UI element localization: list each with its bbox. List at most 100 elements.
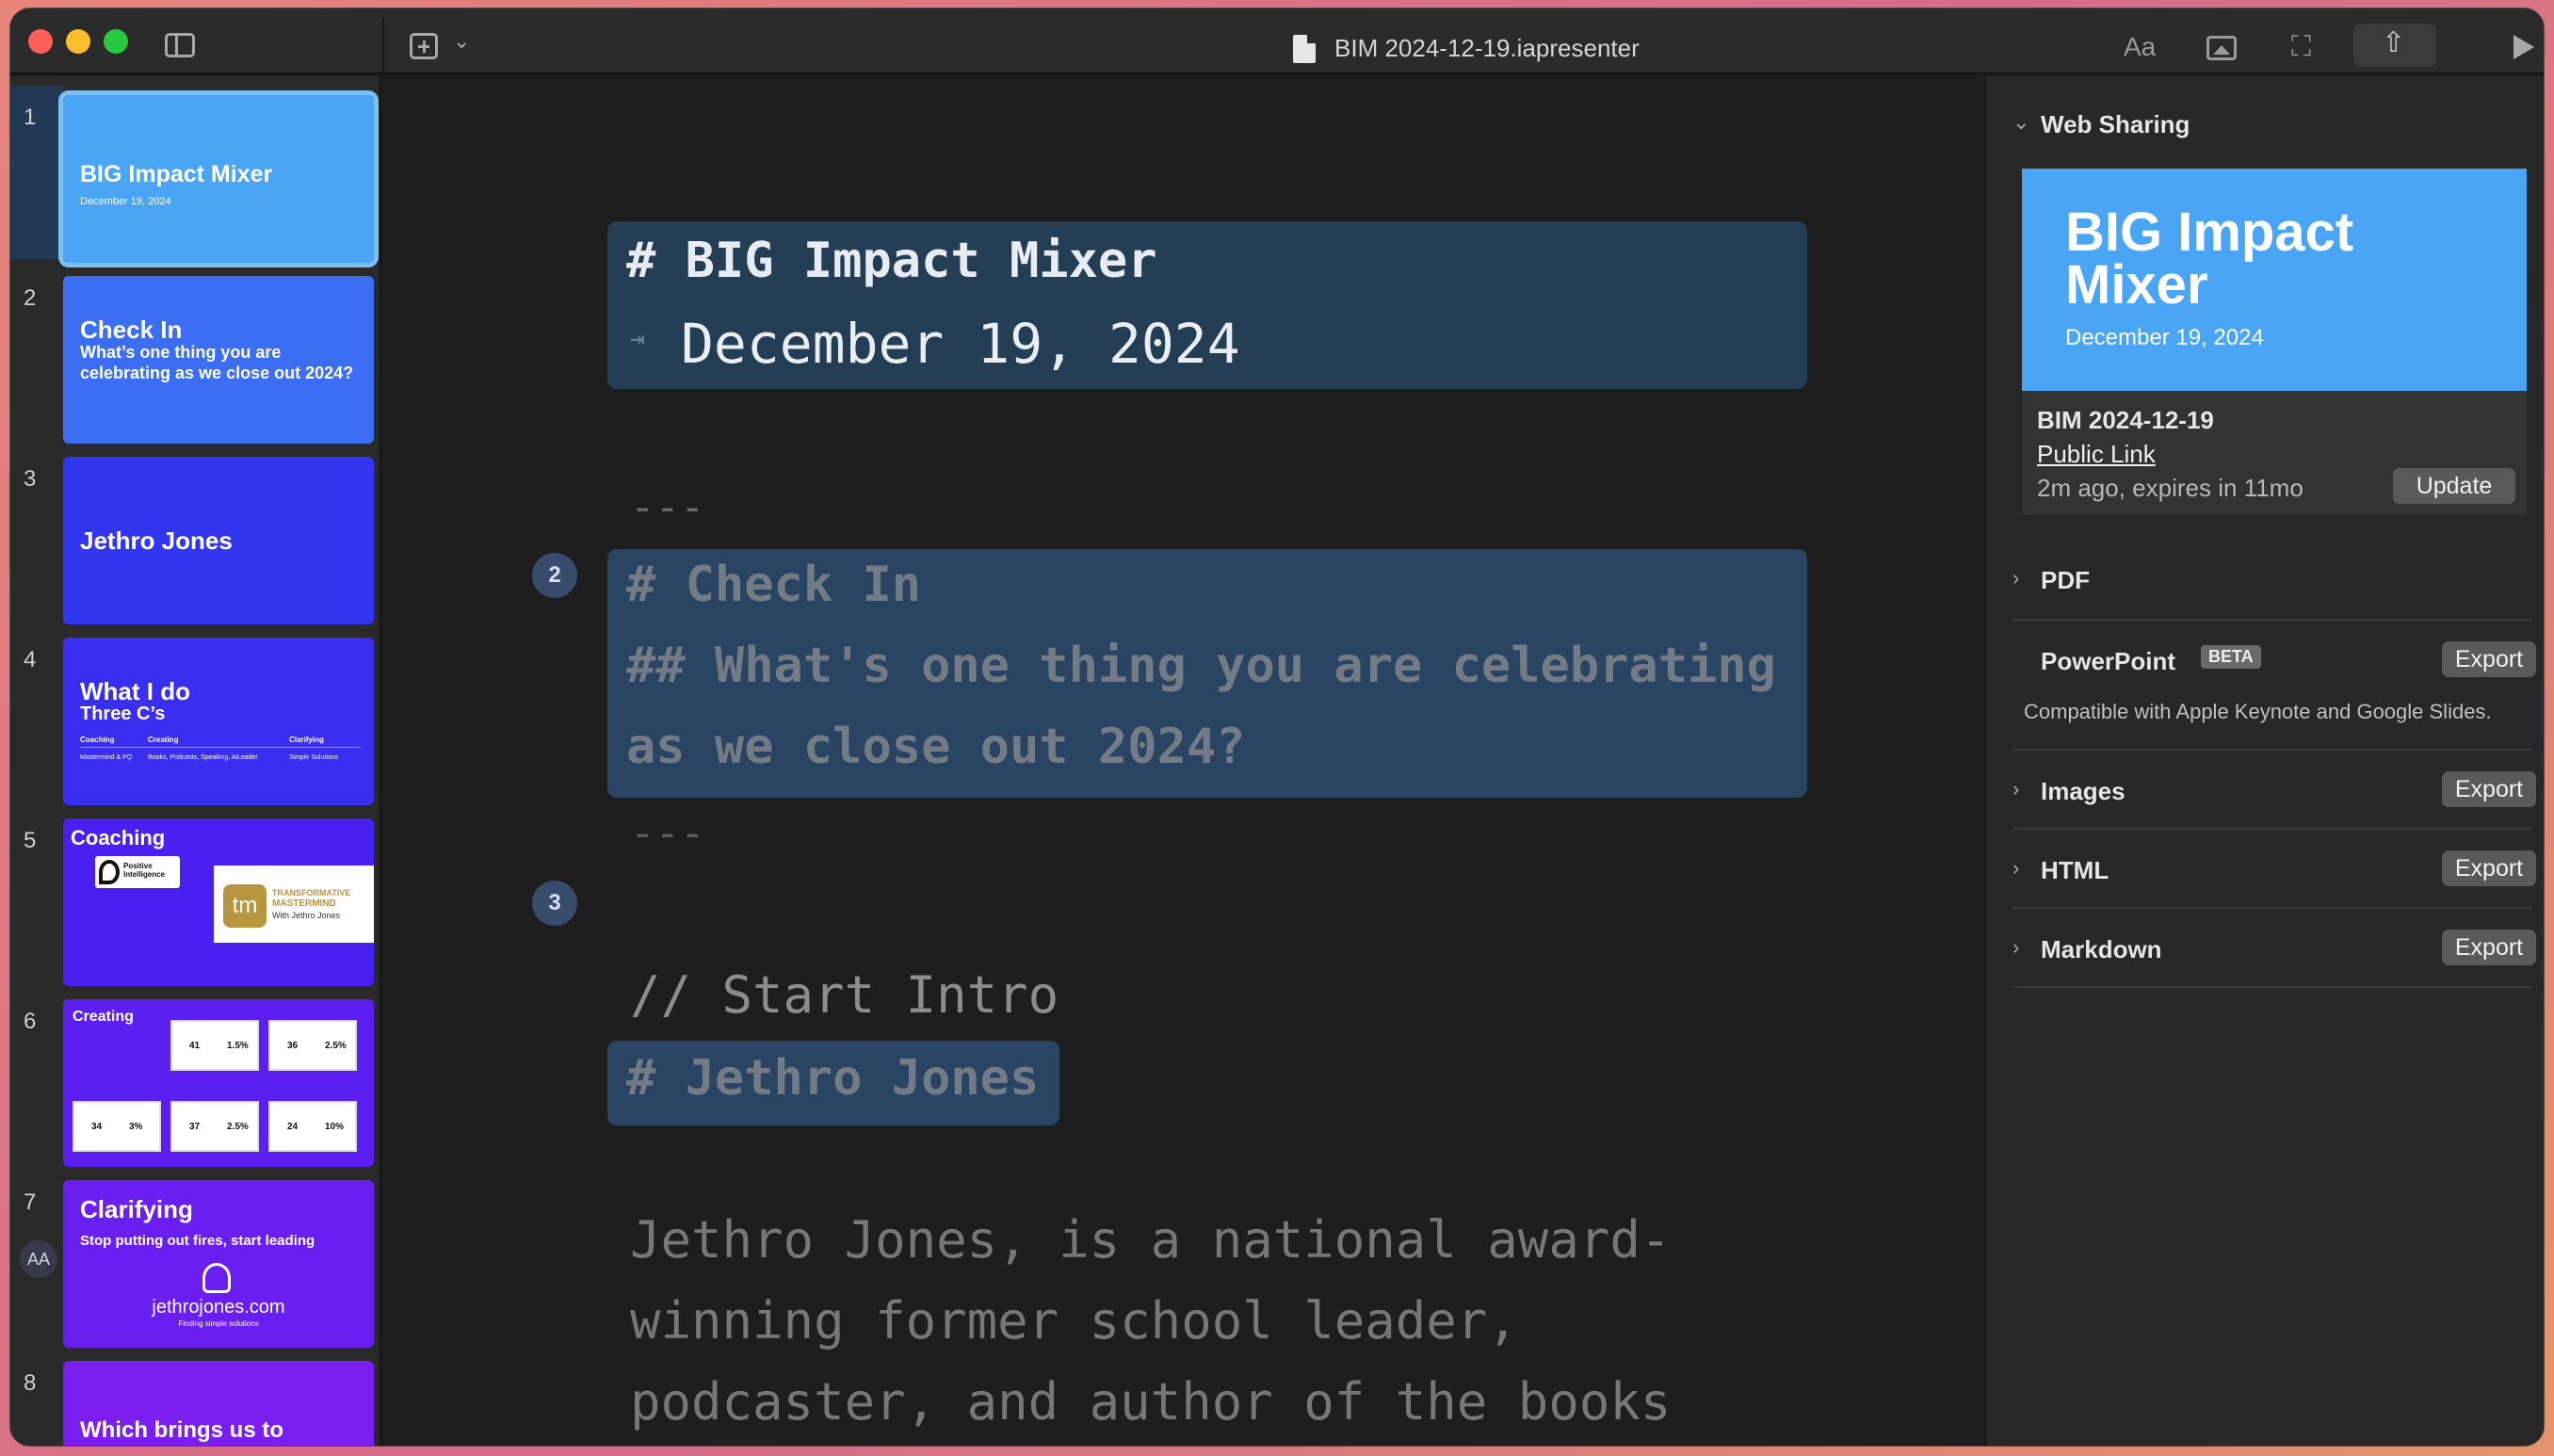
text-size-badge[interactable]: AA (20, 1240, 57, 1278)
slide-tagline: Finding simple solutions (178, 1319, 259, 1328)
editor-comment[interactable]: // Start Intro (630, 965, 1059, 1025)
editor-paragraph[interactable]: podcaster, and author of the books (630, 1372, 1671, 1432)
slide-title: What I do (80, 677, 190, 705)
table-cell: Simple Solutions (289, 754, 339, 761)
stat-value: 10% (325, 1122, 345, 1132)
jethrojones-logo-icon (202, 1263, 231, 1293)
slide-title: BIG Impact Mixer (80, 161, 273, 187)
markdown-editor[interactable]: # BIG Impact Mixer ⇥ December 19, 2024 -… (383, 76, 1982, 1446)
html-section[interactable]: HTML (2041, 856, 2109, 885)
logo-text: Positive Intelligence (123, 862, 166, 879)
slide-site-text: jethrojones.com (152, 1297, 285, 1318)
editor-date-line[interactable]: December 19, 2024 (681, 312, 1240, 376)
stat-card: 24 10% (268, 1101, 357, 1152)
slide-number: 2 (24, 285, 37, 311)
slide-thumbnail-4[interactable]: What I do Three C’s Coaching Creating Cl… (63, 638, 374, 805)
zoom-window-button[interactable] (104, 29, 128, 54)
play-icon[interactable] (2514, 35, 2534, 59)
slide-title: Clarifying (80, 1195, 193, 1223)
editor-heading[interactable]: # Check In (626, 557, 921, 613)
slide-number: 8 (24, 1370, 37, 1396)
table-header-cell: Coaching (80, 736, 115, 744)
logo-text: TRANSFORMATIVE (272, 888, 351, 898)
close-window-button[interactable] (28, 29, 53, 54)
chevron-right-icon[interactable]: › (2012, 566, 2019, 590)
slide-separator: --- (630, 809, 705, 857)
share-icon[interactable]: ⇧ (2382, 29, 2405, 57)
slide-number: 6 (24, 1009, 37, 1034)
slide-thumbnail-1[interactable]: BIG Impact Mixer December 19, 2024 (58, 90, 379, 267)
section-divider (2012, 907, 2532, 909)
editor-heading[interactable]: # BIG Impact Mixer (626, 233, 1157, 289)
html-export-button[interactable]: Export (2442, 850, 2536, 886)
chevron-right-icon[interactable]: › (2012, 856, 2019, 881)
share-status: 2m ago, expires in 11mo (2037, 474, 2303, 502)
slide-badge[interactable]: 2 (532, 553, 577, 598)
slide-title: Check In (80, 315, 183, 344)
table-divider (80, 747, 361, 748)
add-icon[interactable] (410, 33, 438, 59)
section-divider (2012, 749, 2532, 751)
image-icon[interactable] (2206, 36, 2237, 60)
chevron-down-icon[interactable]: ⌄ (453, 31, 470, 52)
editor-paragraph[interactable]: winning former school leader, (630, 1291, 1518, 1351)
editor-subheading[interactable]: ## What's one thing you are celebrating (626, 638, 1776, 694)
chevron-right-icon[interactable]: › (2012, 777, 2019, 801)
stat-value: 2.5% (227, 1122, 249, 1132)
logo-text: With Jethro Jones (272, 911, 341, 920)
slide-badge[interactable]: 3 (532, 881, 577, 926)
slide-thumbnail-7[interactable]: Clarifying Stop putting out fires, start… (63, 1180, 374, 1348)
editor-heading[interactable]: # Jethro Jones (626, 1050, 1039, 1107)
sidebar-toggle-icon[interactable] (165, 33, 195, 57)
indent-arrow-icon: ⇥ (630, 325, 645, 353)
markdown-section[interactable]: Markdown (2041, 935, 2162, 964)
slide-thumbnail-5[interactable]: Coaching Positive Intelligence tm TRANSF… (63, 818, 374, 986)
title-bar: ⌄ BIM 2024-12-19.iapresenter Aa ⛶ ⇧ (10, 8, 2544, 74)
preview-title: BIG Impact Mixer (2065, 202, 2354, 315)
window-title: BIM 2024-12-19.iapresenter (1334, 34, 1640, 62)
slide-title: Which brings us to (80, 1417, 283, 1443)
slide-subtitle: Three C’s (80, 704, 166, 724)
web-sharing-header[interactable]: Web Sharing (2041, 110, 2190, 139)
pdf-section[interactable]: PDF (2041, 566, 2090, 595)
chevron-right-icon[interactable]: › (2012, 935, 2019, 960)
transformative-mastermind-logo: tm TRANSFORMATIVE MASTERMIND With Jethro… (214, 866, 374, 943)
web-sharing-preview[interactable]: BIG Impact Mixer December 19, 2024 (2022, 169, 2527, 391)
shared-doc-name: BIM 2024-12-19 (2037, 406, 2214, 434)
update-button[interactable]: Update (2393, 468, 2515, 504)
logo-text: MASTERMIND (272, 898, 336, 909)
slide-title: Creating (73, 1009, 134, 1025)
stat-card: 36 2.5% (268, 1020, 357, 1071)
images-section[interactable]: Images (2041, 777, 2126, 806)
editor-subheading[interactable]: as we close out 2024? (626, 719, 1245, 775)
stat-value: 37 (189, 1122, 201, 1132)
slide-number: 5 (24, 828, 37, 853)
slide-title: Coaching (71, 826, 166, 849)
slide-thumbnail-2[interactable]: Check In What’s one thing you are celebr… (63, 276, 374, 444)
themes-icon[interactable]: ⛶ (2291, 33, 2311, 61)
document-icon (1293, 35, 1316, 63)
font-settings-button[interactable]: Aa (2124, 34, 2156, 60)
section-divider (2012, 986, 2532, 988)
minimize-window-button[interactable] (66, 29, 90, 54)
titlebar-divider (382, 18, 384, 74)
section-divider (2012, 828, 2532, 830)
slide-subtitle: Stop putting out fires, start leading (80, 1233, 315, 1249)
app-window: ⌄ BIM 2024-12-19.iapresenter Aa ⛶ ⇧ 1 BI… (9, 8, 2545, 1447)
slide-thumbnail-6[interactable]: Creating 41 1.5% 36 2.5% 34 3% 37 2.5% 2… (63, 999, 374, 1167)
public-link[interactable]: Public Link (2037, 440, 2156, 469)
slide-thumbnail-8[interactable]: Which brings us to (63, 1361, 374, 1446)
images-export-button[interactable]: Export (2442, 771, 2536, 807)
section-divider (2012, 619, 2532, 621)
chevron-down-icon[interactable]: ⌄ (2012, 110, 2029, 135)
web-sharing-info: BIM 2024-12-19 Public Link 2m ago, expir… (2022, 391, 2527, 515)
powerpoint-export-button[interactable]: Export (2442, 641, 2536, 677)
editor-paragraph[interactable]: Jethro Jones, is a national award- (630, 1210, 1671, 1270)
preview-date: December 19, 2024 (2065, 325, 2264, 350)
slide-subtitle: What’s one thing you are celebrating as … (80, 343, 354, 382)
slide-thumbnail-3[interactable]: Jethro Jones (63, 457, 374, 624)
beta-badge: BETA (2201, 645, 2261, 669)
markdown-export-button[interactable]: Export (2442, 930, 2536, 965)
stat-card: 37 2.5% (170, 1101, 259, 1152)
positive-intelligence-logo: Positive Intelligence (95, 856, 180, 888)
